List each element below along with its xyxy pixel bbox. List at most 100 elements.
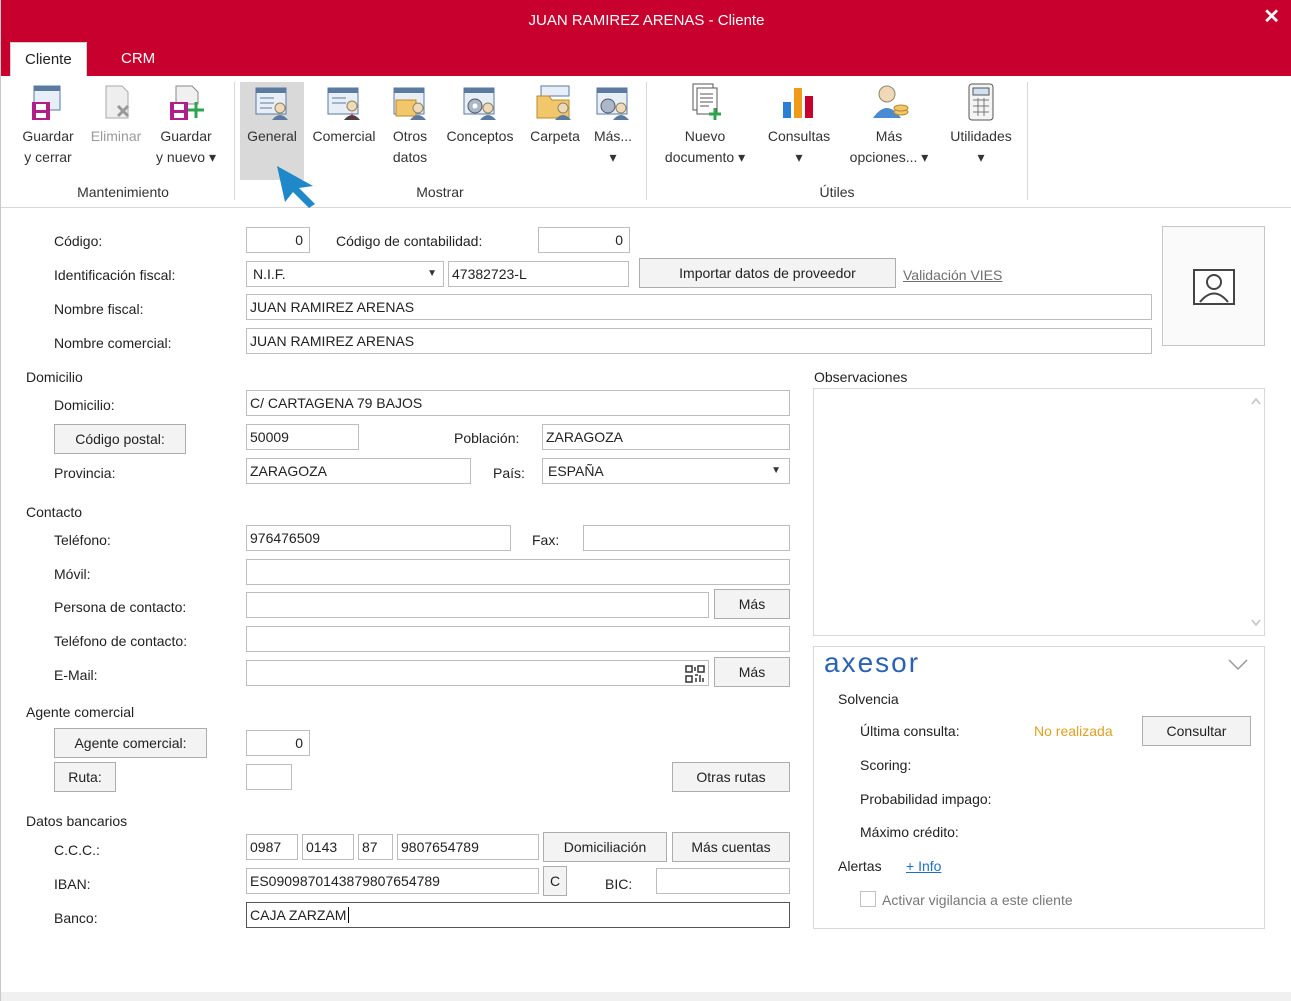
provincia-label: Provincia: — [54, 465, 116, 481]
telefono-input[interactable]: 976476509 — [246, 525, 511, 551]
iban-c-button[interactable]: C — [543, 866, 567, 896]
email-label: E-Mail: — [54, 667, 98, 683]
ccc-oficina-input[interactable]: 0143 — [302, 834, 354, 860]
validacion-vies-link[interactable]: Validación VIES — [903, 267, 1002, 283]
general-icon — [255, 87, 288, 120]
chevron-down-icon[interactable] — [1228, 659, 1248, 671]
client-window: JUAN RAMIREZ ARENAS - Cliente ✕ Cliente … — [0, 0, 1291, 1001]
ccc-label: C.C.C.: — [54, 842, 100, 858]
ribbon: Guardar y cerrar Eliminar Guardar y nuev… — [1, 76, 1291, 208]
utilidades-button[interactable]: Utilidades ▾ — [941, 82, 1021, 168]
email-input[interactable] — [246, 660, 709, 686]
nombre-fiscal-input[interactable]: JUAN RAMIREZ ARENAS — [246, 294, 1152, 320]
ultima-consulta-label: Última consulta: — [860, 723, 960, 739]
comercial-button[interactable]: Comercial — [307, 82, 381, 147]
status-bar — [1, 992, 1291, 1001]
iban-input[interactable]: ES0909870143879807654789 — [246, 868, 539, 894]
delete-icon — [105, 85, 130, 119]
codigo-input[interactable]: 0 — [246, 227, 310, 253]
bic-label: BIC: — [605, 876, 633, 892]
codigo-contabilidad-input[interactable]: 0 — [538, 227, 630, 253]
observaciones-scrollbar[interactable] — [1246, 389, 1264, 635]
scroll-up-icon[interactable] — [1251, 397, 1261, 405]
axesor-logo: axesor — [824, 647, 921, 678]
banco-label: Banco: — [54, 910, 98, 926]
identificacion-tipo-select[interactable]: N.I.F. ▼ — [246, 261, 444, 287]
consultas-line2: ▾ — [795, 149, 803, 165]
conceptos-button[interactable]: Conceptos — [439, 82, 521, 147]
chart-icon — [783, 88, 813, 118]
domicilio-input[interactable]: C/ CARTAGENA 79 BAJOS — [246, 390, 790, 416]
user-photo-icon — [1193, 269, 1235, 305]
agente-comercial-input[interactable]: 0 — [246, 730, 310, 756]
codigo-postal-button[interactable]: Código postal: — [54, 424, 186, 454]
mas-button[interactable]: Más... ▾ — [589, 82, 637, 168]
calculator-icon — [968, 83, 994, 121]
guardar-cerrar-line1: Guardar — [22, 128, 74, 144]
carpeta-label: Carpeta — [530, 128, 580, 144]
carpeta-button[interactable]: Carpeta — [525, 82, 585, 147]
guardar-cerrar-button[interactable]: Guardar y cerrar — [15, 82, 81, 168]
otros-datos-icon — [393, 87, 426, 120]
ccc-entidad-input[interactable]: 0987 — [246, 834, 298, 860]
ruta-input[interactable] — [246, 764, 292, 790]
nombre-comercial-input[interactable]: JUAN RAMIREZ ARENAS — [246, 328, 1152, 354]
window-title: JUAN RAMIREZ ARENAS - Cliente — [528, 12, 765, 29]
bic-input[interactable] — [656, 868, 790, 894]
fax-label: Fax: — [532, 532, 560, 548]
photo-placeholder[interactable] — [1162, 226, 1265, 346]
domicilio-section-title: Domicilio — [26, 369, 83, 385]
otras-rutas-button[interactable]: Otras rutas — [672, 762, 790, 792]
mas-opciones-button[interactable]: Más opciones... ▾ — [841, 82, 937, 168]
chevron-down-icon: ▼ — [427, 268, 437, 279]
consultas-button[interactable]: Consultas ▾ — [761, 82, 837, 168]
guardar-nuevo-button[interactable]: Guardar y nuevo ▾ — [151, 82, 221, 168]
comercial-icon — [327, 87, 360, 120]
info-link[interactable]: + Info — [906, 858, 941, 874]
consultar-button[interactable]: Consultar — [1142, 716, 1251, 746]
mas-cuentas-button[interactable]: Más cuentas — [672, 832, 790, 862]
mas-line2: ▾ — [609, 149, 617, 165]
tab-cliente[interactable]: Cliente — [10, 42, 87, 76]
persona-contacto-mas-button[interactable]: Más — [714, 589, 790, 619]
importar-proveedor-button[interactable]: Importar datos de proveedor — [639, 258, 896, 288]
nif-input[interactable]: 47382723-L — [448, 261, 629, 287]
movil-input[interactable] — [246, 559, 790, 585]
codigo-contabilidad-label: Código de contabilidad: — [336, 233, 483, 249]
close-button[interactable]: ✕ — [1263, 4, 1280, 29]
poblacion-input[interactable]: ZARAGOZA — [542, 424, 790, 450]
persona-contacto-input[interactable] — [246, 592, 709, 618]
codigo-postal-input[interactable]: 50009 — [246, 424, 359, 450]
pais-value: ESPAÑA — [548, 463, 604, 479]
nuevo-documento-button[interactable]: Nuevo documento ▾ — [653, 82, 757, 168]
otros-datos-line2: datos — [392, 149, 428, 165]
ccc-cuenta-input[interactable]: 9807654789 — [397, 834, 539, 860]
pais-select[interactable]: ESPAÑA ▼ — [542, 458, 790, 484]
qr-code-icon[interactable] — [685, 665, 705, 683]
new-document-icon — [692, 83, 721, 120]
eliminar-button[interactable]: Eliminar — [85, 82, 147, 147]
fax-input[interactable] — [583, 525, 790, 551]
banco-input[interactable]: CAJA ZARZAM​ — [246, 902, 790, 928]
telefono-contacto-input[interactable] — [246, 626, 790, 652]
text-caret: ​ — [348, 907, 350, 923]
ruta-button[interactable]: Ruta: — [54, 762, 116, 792]
movil-label: Móvil: — [54, 566, 91, 582]
nombre-fiscal-label: Nombre fiscal: — [54, 301, 144, 317]
telefono-contacto-label: Teléfono de contacto: — [54, 633, 188, 649]
user-coins-icon — [873, 85, 909, 118]
agente-comercial-button[interactable]: Agente comercial: — [54, 728, 207, 758]
mas-line1: Más... — [593, 128, 633, 144]
otros-datos-button[interactable]: Otros datos — [385, 82, 435, 168]
domiciliacion-button[interactable]: Domiciliación — [543, 832, 667, 862]
poblacion-label: Población: — [454, 430, 520, 446]
observaciones-textarea[interactable] — [813, 388, 1265, 636]
provincia-input[interactable]: ZARAGOZA — [246, 458, 471, 484]
tab-crm[interactable]: CRM — [107, 42, 169, 76]
scroll-down-icon[interactable] — [1251, 619, 1261, 627]
email-mas-button[interactable]: Más — [714, 657, 790, 687]
maximo-credito-label: Máximo crédito: — [860, 824, 959, 840]
otros-datos-line1: Otros — [392, 128, 428, 144]
vigilancia-checkbox[interactable] — [860, 891, 876, 907]
ccc-dc-input[interactable]: 87 — [358, 834, 393, 860]
